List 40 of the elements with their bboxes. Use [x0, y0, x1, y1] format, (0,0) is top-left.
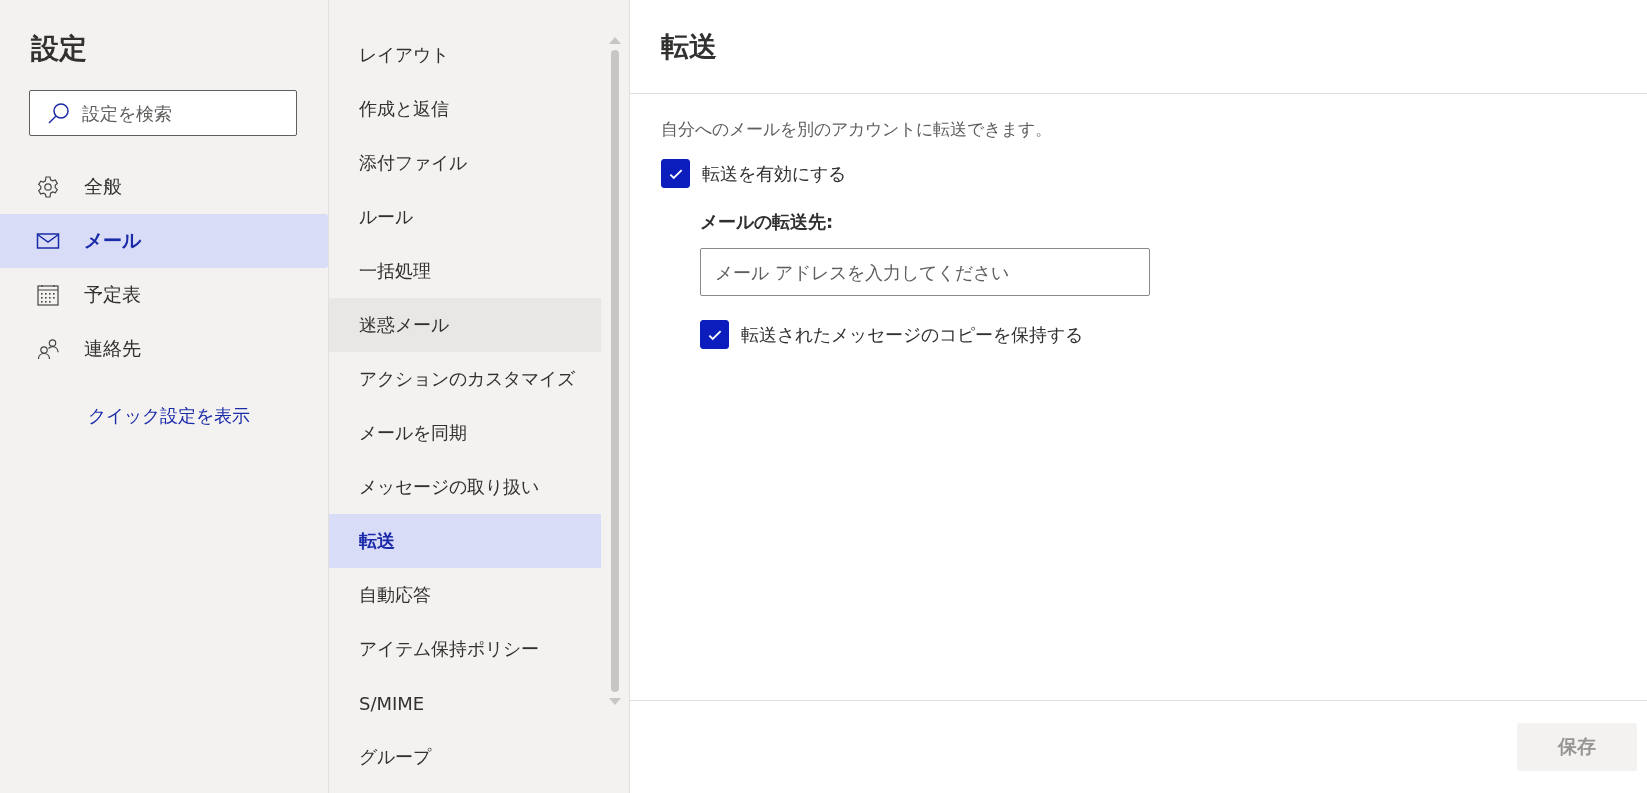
submenu-item[interactable]: ルール: [329, 190, 601, 244]
field-label: メールの転送先:: [700, 210, 834, 234]
gear-icon: [36, 175, 60, 199]
scroll-up-icon[interactable]: [609, 36, 621, 44]
calendar-icon: [36, 283, 60, 307]
nav-item[interactable]: 予定表: [0, 268, 328, 322]
submenu-item[interactable]: レイアウト: [329, 28, 601, 82]
checkbox-label: 転送されたメッセージのコピーを保持する: [741, 322, 1083, 347]
submenu-item[interactable]: 転送: [329, 514, 601, 568]
checkbox-label: 転送を有効にする: [702, 161, 846, 186]
checkbox[interactable]: [661, 159, 690, 188]
nav-label: 連絡先: [84, 336, 141, 361]
nav-label: メール: [84, 228, 141, 253]
submenu-item[interactable]: グループ: [329, 730, 601, 784]
submenu-item[interactable]: メッセージの取り扱い: [329, 460, 601, 514]
search-field[interactable]: 設定を検索: [29, 90, 297, 136]
email-field[interactable]: メール アドレスを入力してください: [700, 248, 1150, 296]
search-icon: [47, 101, 71, 125]
nav-item[interactable]: 全般: [0, 160, 328, 214]
submenu-item[interactable]: 作成と返信: [329, 82, 601, 136]
submenu-item[interactable]: S/MIME: [329, 676, 601, 730]
submenu-item[interactable]: アイテム保持ポリシー: [329, 622, 601, 676]
checkbox[interactable]: [700, 320, 729, 349]
nav-item[interactable]: 連絡先: [0, 322, 328, 376]
submenu-item[interactable]: アクションのカスタマイズ: [329, 352, 601, 406]
panel-title: 転送: [630, 0, 1647, 94]
people-icon: [36, 337, 60, 361]
submenu-item[interactable]: 一括処理: [329, 244, 601, 298]
description: 自分へのメールを別のアカウントに転送できます。: [661, 118, 1052, 141]
submenu-item[interactable]: メールを同期: [329, 406, 601, 460]
nav-item[interactable]: メール: [0, 214, 328, 268]
submenu-item[interactable]: 自動応答: [329, 568, 601, 622]
submenu-item[interactable]: 迷惑メール: [329, 298, 601, 352]
scroll-down-icon[interactable]: [609, 698, 621, 706]
nav-label: 予定表: [84, 282, 141, 307]
nav-label: 全般: [84, 174, 122, 199]
scrollbar-thumb[interactable]: [611, 50, 619, 692]
settings-title: 設定: [31, 31, 88, 67]
quick-settings-link[interactable]: クイック設定を表示: [88, 404, 250, 428]
submenu-item[interactable]: 添付ファイル: [329, 136, 601, 190]
